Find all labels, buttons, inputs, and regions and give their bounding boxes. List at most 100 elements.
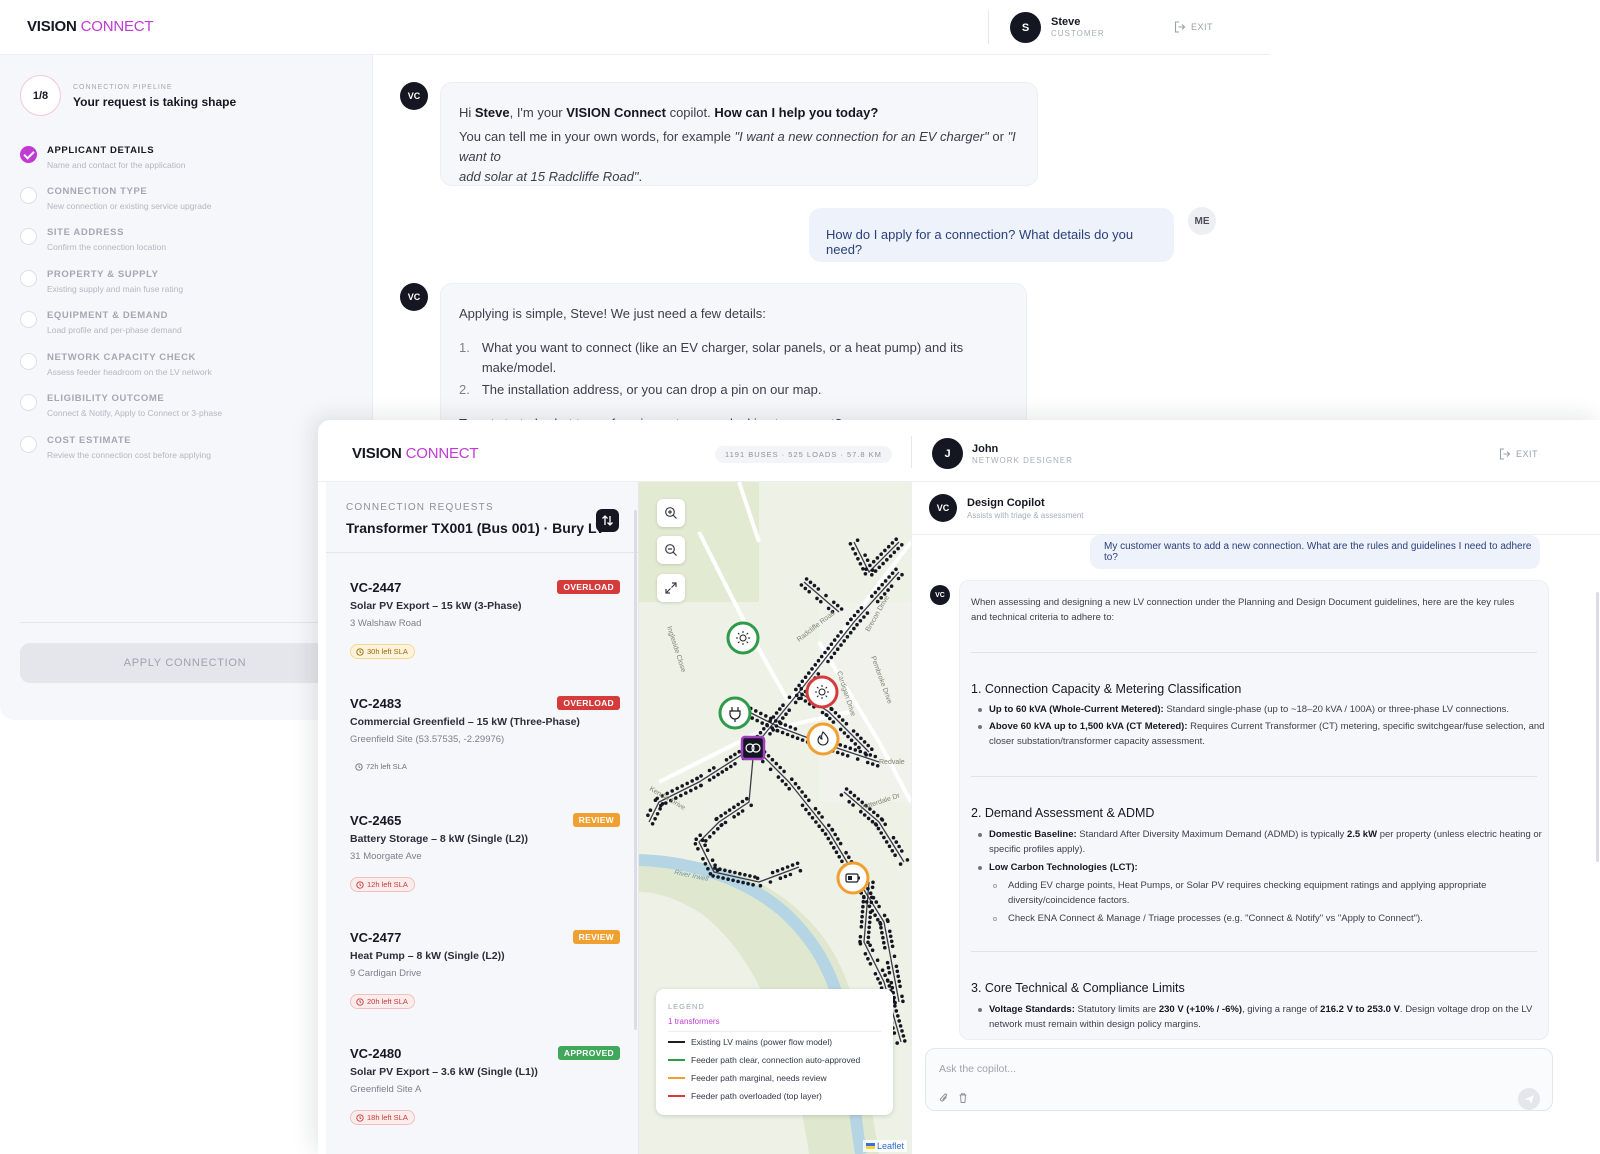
request-card[interactable]: VC-2477 REVIEW Heat Pump – 8 kW (Single … — [350, 930, 620, 1030]
brand-logo[interactable]: VISION CONNECT — [27, 18, 154, 35]
building-dot — [832, 638, 837, 642]
building-dot — [853, 748, 858, 752]
building-dot — [848, 790, 853, 795]
building-dot — [712, 775, 716, 780]
building-dot — [882, 940, 886, 945]
user-message: My customer wants to add a new connectio… — [1090, 535, 1540, 569]
building-dot — [787, 708, 791, 712]
building-dot — [863, 751, 868, 755]
building-dot — [876, 586, 881, 591]
building-dot — [881, 561, 885, 566]
send-button[interactable] — [1518, 1088, 1540, 1110]
building-dot — [714, 817, 718, 821]
step-network-capacity[interactable]: NETWORK CAPACITY CHECK Assess feeder head… — [20, 350, 350, 386]
building-dot — [795, 861, 800, 866]
brand-logo[interactable]: VISION CONNECT — [352, 445, 479, 462]
transformer-marker[interactable] — [740, 735, 766, 761]
building-dot — [812, 583, 817, 588]
marker-heatpump-amber[interactable] — [806, 722, 840, 756]
step-eligibility-outcome[interactable]: ELIGIBILITY OUTCOME Connect & Notify, App… — [20, 391, 350, 427]
building-dot — [871, 559, 876, 564]
leaflet-attribution[interactable]: Leaflet — [862, 1140, 907, 1152]
building-dot — [724, 767, 729, 771]
building-dot — [785, 865, 790, 869]
building-dot — [839, 793, 844, 797]
building-dot — [790, 863, 795, 867]
request-card[interactable]: VC-2483 OVERLOAD Commercial Greenfield –… — [350, 696, 620, 796]
copilot-scrollbar[interactable] — [1596, 592, 1599, 862]
zoom-in-button[interactable] — [657, 499, 685, 527]
building-dot — [745, 796, 749, 801]
marker-solar-red[interactable] — [805, 675, 839, 709]
section-heading: 2. Demand Assessment & ADMD — [971, 806, 1155, 820]
user-avatar[interactable]: J — [932, 438, 963, 469]
ask-copilot-input[interactable]: Ask the copilot... — [925, 1048, 1553, 1111]
sla-badge: 30h left SLA — [350, 644, 415, 659]
marker-battery-amber[interactable] — [836, 861, 870, 895]
building-dot — [740, 799, 745, 804]
marker-solar-green[interactable] — [726, 621, 760, 655]
expand-icon — [665, 582, 677, 594]
apply-connection-button[interactable]: APPLY CONNECTION — [20, 643, 350, 683]
building-dot — [795, 693, 799, 698]
building-dot — [807, 671, 811, 675]
step-applicant-details[interactable]: APPLICANT DETAILS Name and contact for th… — [20, 143, 350, 179]
request-card[interactable]: VC-2465 REVIEW Battery Storage – 8 kW (S… — [350, 813, 620, 913]
legend-row: Existing LV mains (power flow model) — [668, 1037, 832, 1047]
building-dot — [900, 543, 904, 547]
building-dot — [867, 925, 871, 930]
exit-button[interactable]: EXIT — [1174, 21, 1213, 33]
user-avatar[interactable]: S — [1010, 12, 1041, 43]
building-dot — [859, 736, 863, 741]
building-dot — [883, 945, 887, 950]
building-dot — [868, 943, 872, 947]
request-card[interactable]: VC-2480 APPROVED Solar PV Export – 3.6 k… — [350, 1046, 620, 1146]
building-dot — [838, 841, 843, 846]
building-dot — [699, 783, 703, 788]
building-dot — [870, 819, 875, 824]
legend-row: Feeder path clear, connection auto-appro… — [668, 1055, 860, 1065]
send-icon — [1524, 1094, 1534, 1104]
building-dot — [782, 769, 786, 774]
building-dot — [853, 552, 858, 556]
building-dot — [893, 1004, 897, 1008]
building-dot — [758, 730, 763, 735]
building-dot — [880, 968, 885, 972]
step-circle-icon — [20, 311, 37, 328]
attach-icon[interactable] — [939, 1092, 949, 1104]
building-dot — [887, 575, 891, 579]
request-card[interactable]: VC-2447 OVERLOAD Solar PV Export – 15 kW… — [350, 580, 620, 680]
building-dot — [840, 718, 845, 722]
zoom-out-button[interactable] — [657, 536, 685, 564]
building-dot — [814, 820, 818, 824]
building-dot — [778, 765, 782, 770]
building-dot — [864, 900, 869, 904]
building-dot — [866, 935, 871, 940]
marker-ev-green[interactable] — [718, 696, 752, 730]
step-cost-estimate[interactable]: COST ESTIMATE Review the connection cost … — [20, 433, 350, 469]
sort-button[interactable] — [596, 509, 619, 532]
building-dot — [888, 554, 893, 558]
fullscreen-button[interactable] — [657, 574, 685, 602]
exit-button[interactable]: EXIT — [1499, 448, 1538, 460]
building-dot — [858, 562, 863, 566]
legend-subtitle: 1 transformers — [668, 1017, 720, 1026]
building-dot — [675, 786, 679, 791]
step-property-supply[interactable]: PROPERTY & SUPPLY Existing supply and mai… — [20, 267, 350, 303]
building-dot — [856, 797, 861, 801]
building-dot — [826, 659, 830, 664]
requests-scrollbar[interactable] — [634, 510, 637, 1030]
building-dot — [762, 727, 766, 731]
clock-icon — [356, 647, 364, 656]
building-dot — [856, 557, 860, 561]
trash-icon[interactable] — [958, 1092, 968, 1104]
network-map[interactable]: Radcliffe Road Brecon Drive Pembroke Dri… — [639, 482, 911, 1154]
building-dot — [712, 831, 716, 835]
step-site-address[interactable]: SITE ADDRESS Confirm the connection locat… — [20, 225, 350, 261]
step-connection-type[interactable]: CONNECTION TYPE New connection or existin… — [20, 184, 350, 220]
rule-subitem: Check ENA Connect & Manage / Triage proc… — [1008, 913, 1423, 924]
step-equipment-demand[interactable]: EQUIPMENT & DEMAND Load profile and per-p… — [20, 308, 350, 344]
request-id: VC-2465 — [350, 813, 402, 828]
building-dot — [679, 793, 683, 798]
building-dot — [728, 869, 732, 874]
